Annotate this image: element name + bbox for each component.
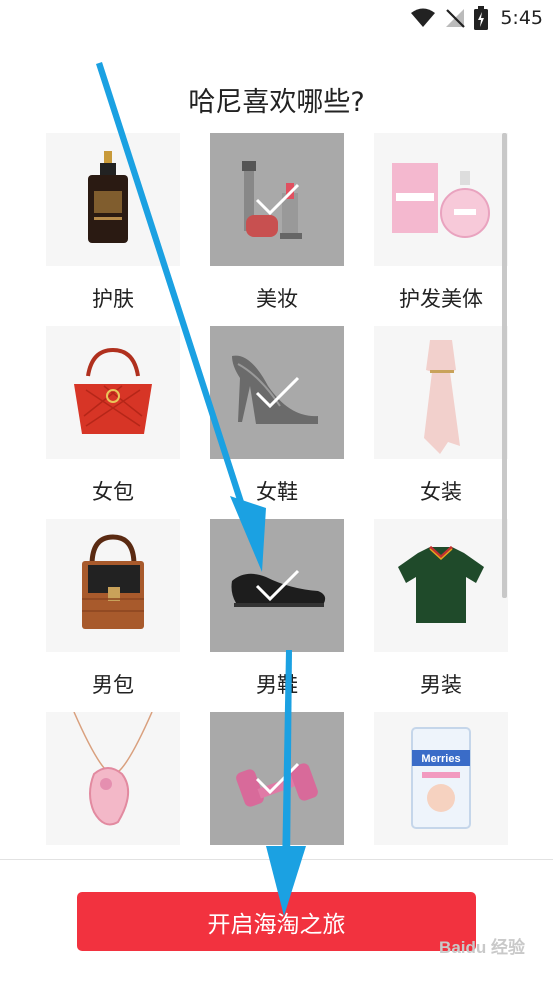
category-label: 女包 (92, 480, 134, 504)
check-icon (255, 376, 300, 409)
category-tile-womens-bags[interactable]: 女包 (46, 326, 180, 519)
category-tile-sports[interactable] (210, 712, 344, 846)
check-icon (255, 183, 300, 216)
category-label: 男鞋 (256, 673, 298, 697)
category-tile-mens-shoes[interactable]: 男鞋 (210, 519, 344, 712)
status-bar: 5:45 (0, 0, 553, 38)
scrollbar[interactable] (502, 133, 507, 598)
check-icon (255, 569, 300, 602)
start-journey-button[interactable]: 开启海淘之旅 (77, 892, 476, 951)
status-time: 5:45 (500, 7, 543, 29)
diaper-brand-text: Merries (421, 753, 460, 765)
polo-shirt-icon (398, 545, 484, 623)
category-grid: 护肤 美妆 护发美体 女包 女鞋 女装 男包 男鞋 男装 Merries (46, 133, 508, 846)
category-tile-mens-clothing[interactable]: 男装 (374, 519, 508, 712)
category-tile-hair-body[interactable]: 护发美体 (374, 133, 508, 326)
category-label: 护肤 (92, 287, 134, 311)
category-label: 护发美体 (399, 287, 483, 311)
category-tile-baby[interactable]: Merries (374, 712, 508, 846)
category-label: 女鞋 (256, 480, 298, 504)
check-icon (255, 762, 300, 795)
wifi-icon (411, 8, 436, 27)
mens-bag-icon (82, 534, 144, 629)
category-tile-mens-bags[interactable]: 男包 (46, 519, 180, 712)
serum-bottle-icon (88, 151, 128, 243)
perfume-icon (392, 163, 490, 238)
no-signal-icon (446, 9, 466, 28)
category-label: 男包 (92, 673, 134, 697)
category-label: 美妆 (256, 287, 298, 311)
handbag-icon (74, 347, 152, 434)
category-tile-womens-clothing[interactable]: 女装 (374, 326, 508, 519)
category-tile-jewelry[interactable] (46, 712, 180, 846)
category-tile-makeup[interactable]: 美妆 (210, 133, 344, 326)
category-label: 女装 (420, 480, 462, 504)
dress-icon (424, 340, 460, 454)
battery-charging-icon (474, 6, 489, 30)
category-tile-skincare[interactable]: 护肤 (46, 133, 180, 326)
divider (0, 859, 553, 860)
necklace-icon (73, 712, 153, 826)
category-tile-womens-shoes[interactable]: 女鞋 (210, 326, 344, 519)
baidu-watermark: Baidu 经验 (439, 938, 525, 957)
diaper-pack-icon: Merries (411, 727, 471, 829)
category-label: 男装 (420, 673, 462, 697)
page-title: 哈尼喜欢哪些? (188, 87, 365, 118)
